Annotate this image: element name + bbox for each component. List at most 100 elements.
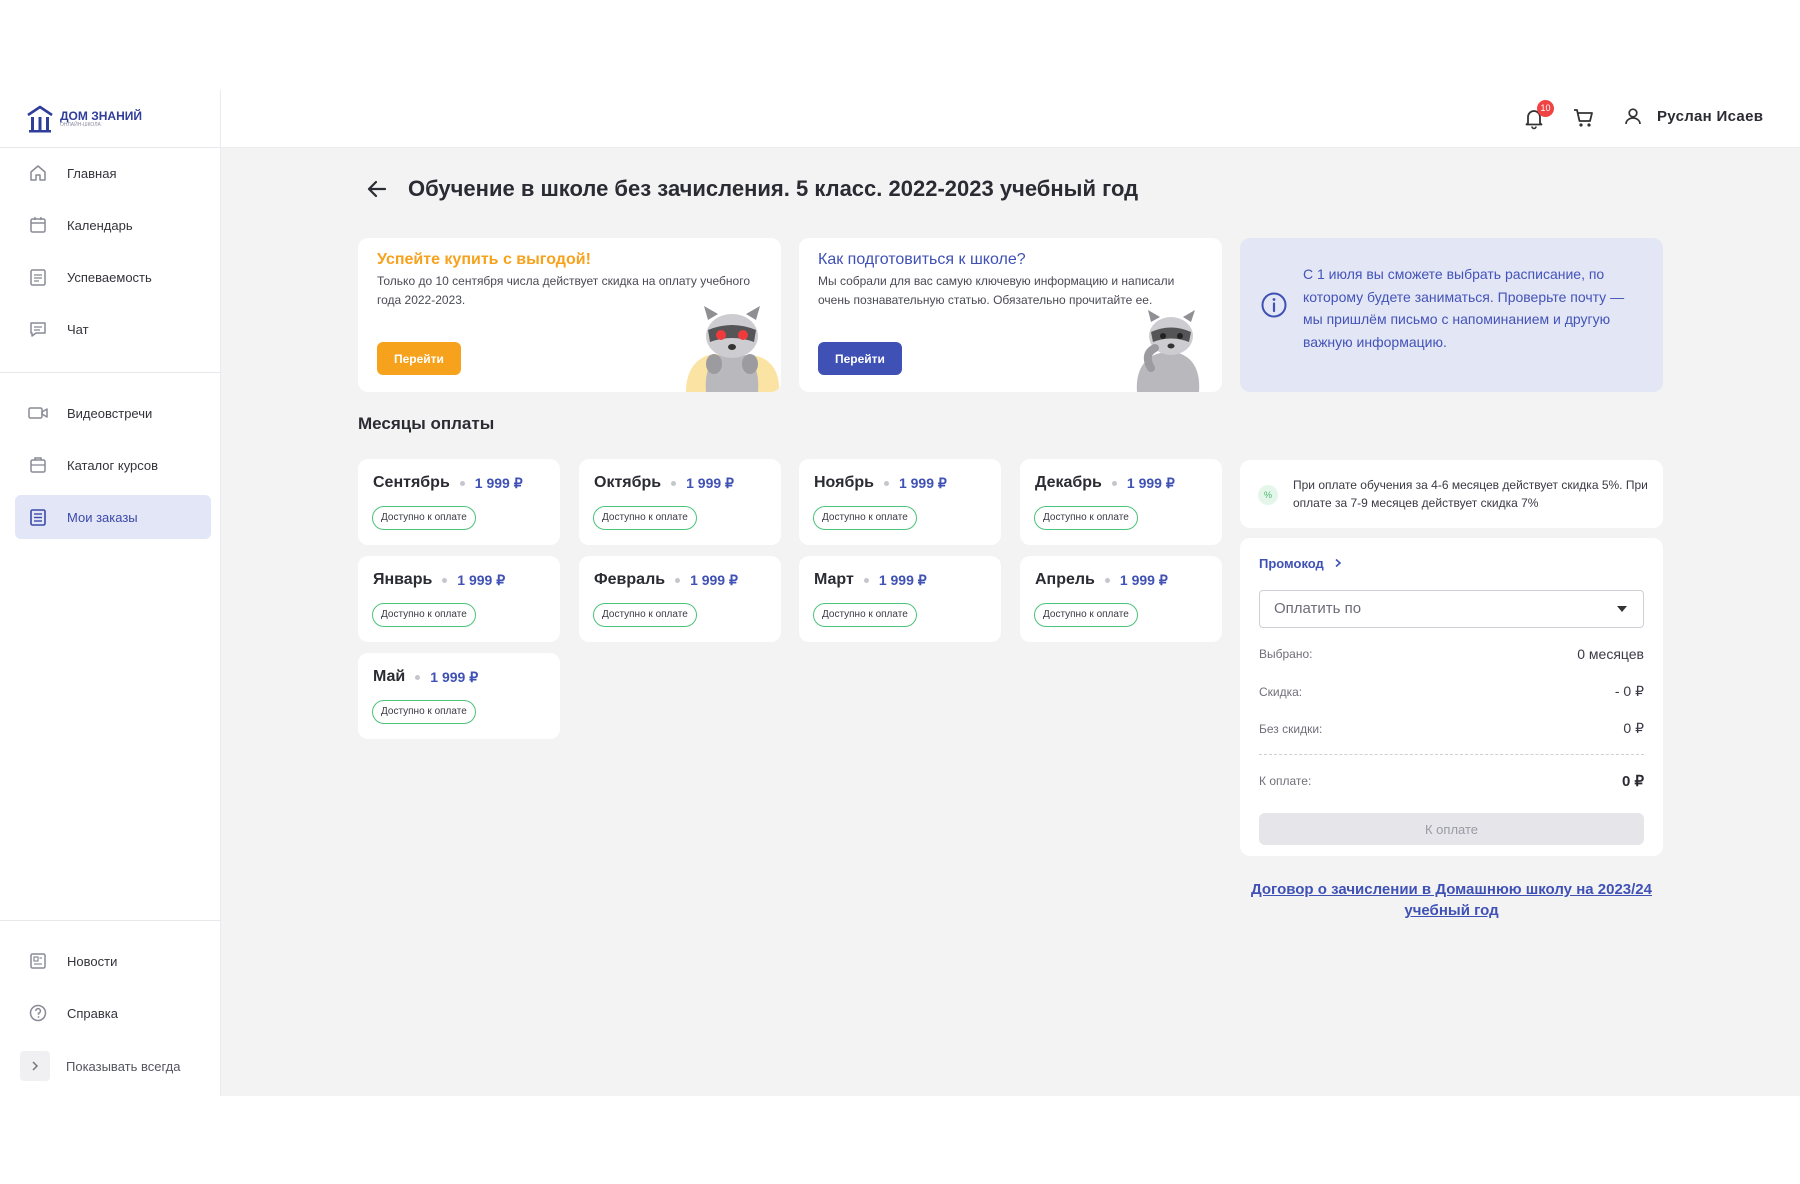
months-section-title: Месяцы оплаты [358,414,495,433]
month-price: 1 999 ₽ [898,474,947,491]
sidebar-divider [0,372,221,373]
status-badge: Доступно к оплате [1034,603,1138,627]
month-name: Апрель [1035,571,1095,588]
month-name: Май [373,668,406,685]
no-discount-row: Без скидки: 0 ₽ [1259,720,1644,737]
back-arrow-icon[interactable] [364,176,390,202]
user-icon [1625,108,1641,125]
total-label: К оплате: [1259,774,1312,788]
discount-row: Скидка: - 0 ₽ [1259,683,1644,700]
promo-go-button[interactable]: Перейти [377,342,461,375]
month-card[interactable]: Ноябрь 1 999 ₽ Доступно к оплате [799,459,1001,545]
status-badge: Доступно к оплате [372,506,476,530]
page-header: Обучение в школе без зачисления. 5 класс… [364,176,1138,202]
sidebar-item-label: Новости [67,953,118,969]
sidebar-item-grades[interactable]: Успеваемость [15,255,211,299]
month-name: Ноябрь [814,474,874,491]
chat-icon [26,317,50,341]
pay-period-select[interactable]: Оплатить по [1259,590,1644,628]
promocode-label: Промокод [1259,556,1324,571]
status-badge: Доступно к оплате [813,506,917,530]
sidebar-item-label: Главная [67,165,117,181]
month-price: 1 999 ₽ [1119,571,1168,588]
sidebar-item-label: Чат [67,321,89,337]
show-always-toggle[interactable]: Показывать всегда [15,1044,211,1088]
percent-icon: % [1258,485,1278,505]
divider [1259,754,1644,755]
pay-button[interactable]: К оплате [1259,813,1644,845]
sidebar-item-help[interactable]: Справка [15,991,211,1035]
sidebar-item-label: Видеовстречи [67,405,153,421]
month-price: 1 999 ₽ [457,571,506,588]
sidebar-item-label: Календарь [67,217,133,233]
month-price: 1 999 ₽ [686,474,734,491]
promocode-link[interactable]: Промокод [1259,556,1343,571]
total-value: 0 ₽ [1621,773,1644,790]
chevron-right-icon [1335,558,1342,568]
calendar-icon [26,213,50,237]
status-badge: Доступно к оплате [372,603,476,627]
sidebar-item-catalog[interactable]: Каталог курсов [15,443,211,487]
month-card[interactable]: Январь 1 999 ₽ Доступно к оплате [358,556,560,642]
video-icon [26,401,50,425]
promo-go-button[interactable]: Перейти [818,342,902,375]
separator-dot [442,577,448,583]
month-name: Январь [373,571,433,588]
raccoon-illustration [686,306,780,392]
month-card[interactable]: Апрель 1 999 ₽ Доступно к оплате [1020,556,1222,642]
user-menu[interactable]: Руслан Исаев [1623,106,1763,126]
discount-label: Скидка: [1259,684,1303,699]
total-row: К оплате: 0 ₽ [1259,772,1644,790]
month-price: 1 999 ₽ [1126,474,1175,491]
raccoon-illustration [1136,310,1200,392]
sidebar-item-news[interactable]: Новости [15,939,211,983]
month-name: Февраль [594,571,666,588]
status-badge: Доступно к оплате [372,700,476,724]
promo-card-school-prep: Как подготовиться к школе? Мы собрали дл… [799,238,1222,392]
top-bar [221,90,1800,148]
help-icon [26,1001,50,1025]
contract-link[interactable]: Договор о зачислении в Домашнюю школу на… [1240,879,1663,921]
sidebar-item-label: Каталог курсов [67,457,159,473]
catalog-icon [26,453,50,477]
promo-title: Как подготовиться к школе? [818,251,1026,268]
sidebar-item-home[interactable]: Главная [15,151,211,195]
month-card[interactable]: Март 1 999 ₽ Доступно к оплате [799,556,1001,642]
no-discount-value: 0 ₽ [1623,720,1644,736]
caret-down-icon [1617,606,1627,612]
month-card[interactable]: Май 1 999 ₽ Доступно к оплате [358,653,560,739]
status-badge: Доступно к оплате [813,603,917,627]
promo-card-discount: Успейте купить с выгодой! Только до 10 с… [358,238,781,392]
promo-text: Только до 10 сентября числа действует ск… [377,274,751,307]
month-card[interactable]: Декабрь 1 999 ₽ Доступно к оплате [1020,459,1222,545]
sidebar: ДОМ ЗНАНИЙ ОНЛАЙН-ШКОЛА Главная Календар… [0,90,221,1096]
sidebar-item-label: Мои заказы [67,509,138,525]
news-icon [26,949,50,973]
discount-info-card: % При оплате обучения за 4-6 месяцев дей… [1240,460,1663,528]
sidebar-item-orders[interactable]: Мои заказы [15,495,211,539]
selected-row: Выбрано: 0 месяцев [1259,646,1644,662]
month-name: Октябрь [594,474,662,491]
sidebar-item-calendar[interactable]: Календарь [15,203,211,247]
sidebar-divider [0,920,221,921]
status-badge: Доступно к оплате [1034,506,1138,530]
sidebar-divider [0,147,221,148]
month-price: 1 999 ₽ [474,474,523,491]
month-card[interactable]: Октябрь 1 999 ₽ Доступно к оплате [579,459,781,545]
user-name: Руслан Исаев [1657,107,1764,125]
logo[interactable]: ДОМ ЗНАНИЙ ОНЛАЙН-ШКОЛА [26,104,142,134]
select-placeholder: Оплатить по [1274,600,1362,617]
chevron-right-icon [20,1051,50,1081]
sidebar-item-chat[interactable]: Чат [15,307,211,351]
page-title: Обучение в школе без зачисления. 5 класс… [408,176,1139,201]
payment-summary-card: Промокод Оплатить по Выбрано: 0 месяцев … [1240,538,1663,856]
month-card[interactable]: Февраль 1 999 ₽ Доступно к оплате [579,556,781,642]
cart-icon[interactable] [1572,106,1596,130]
month-price: 1 999 ₽ [690,571,738,588]
month-price: 1 999 ₽ [430,668,479,685]
orders-icon [26,505,50,529]
sidebar-item-video[interactable]: Видеовстречи [15,391,211,435]
month-card[interactable]: Сентябрь 1 999 ₽ Доступно к оплате [358,459,560,545]
selected-value: 0 месяцев [1577,646,1644,662]
no-discount-label: Без скидки: [1259,721,1323,736]
